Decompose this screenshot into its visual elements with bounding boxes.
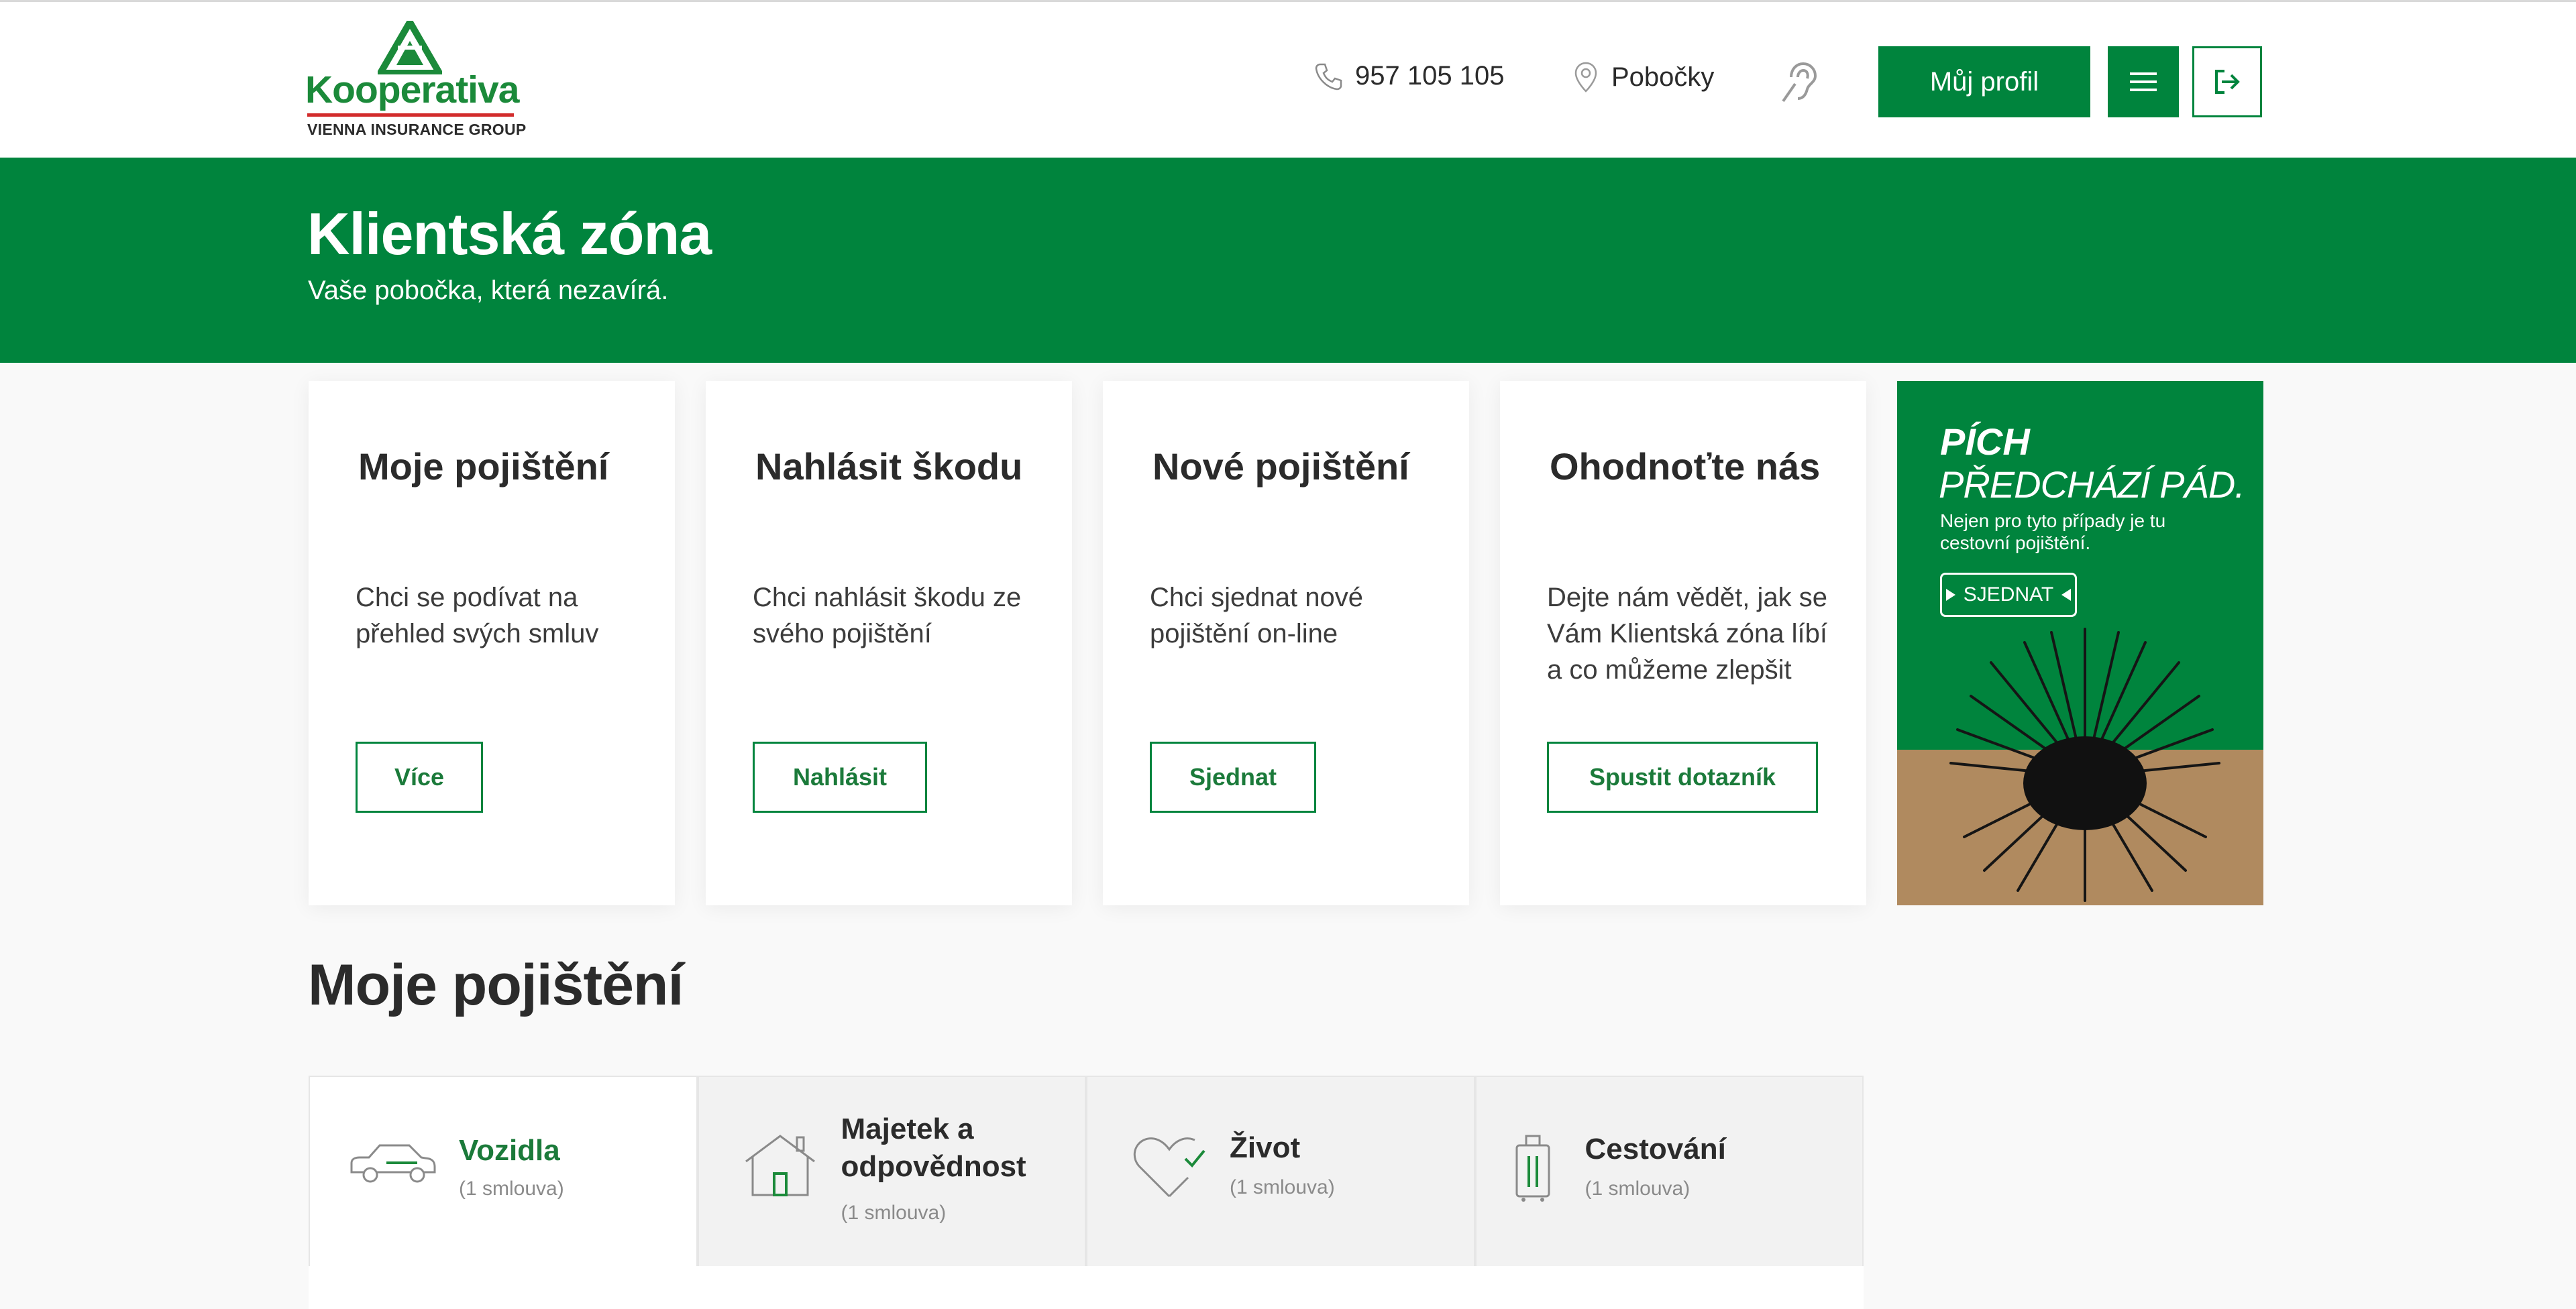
report-button[interactable]: Nahlásit [753, 742, 927, 813]
tab-count: (1 smlouva) [459, 1178, 564, 1200]
tab-content-panel [309, 1266, 1864, 1309]
card-new-insurance: Nové pojištění Chci sjednat nové pojiště… [1103, 381, 1469, 905]
menu-button[interactable] [2108, 46, 2179, 117]
card-title: Nahlásit škodu [755, 445, 1023, 488]
phone-icon [1315, 63, 1342, 90]
section-title: Moje pojištění [308, 953, 684, 1017]
my-profile-button[interactable]: Můj profil [1878, 46, 2090, 117]
logout-button[interactable] [2192, 46, 2262, 117]
tab-vehicles[interactable]: Vozidla (1 smlouva) [309, 1076, 698, 1267]
card-title: Ohodnoťte nás [1550, 445, 1821, 488]
promo-title-line2: PŘEDCHÁZÍ PÁD. [1939, 463, 2245, 506]
promo-title-line1: PÍCH [1940, 420, 2030, 463]
logo-red-bar [307, 113, 514, 117]
logo-wordmark: Kooperativa [305, 68, 519, 111]
play-right-icon [1945, 589, 1955, 601]
menu-icon [2130, 72, 2157, 91]
tab-label: Majetek a odpovědnost [841, 1113, 1026, 1183]
hero-title: Klientská zóna [307, 201, 712, 267]
phone-link[interactable]: 957 105 105 [1313, 61, 1504, 91]
card-title: Nové pojištění [1152, 445, 1409, 488]
tab-property[interactable]: Majetek a odpovědnost (1 smlouva) [697, 1076, 1086, 1267]
play-left-icon [2061, 589, 2072, 601]
card-report-claim: Nahlásit škodu Chci nahlásit škodu ze sv… [706, 381, 1072, 905]
card-text: Chci nahlásit škodu ze svého pojištění [753, 583, 1022, 648]
logo-mark-icon [378, 21, 442, 74]
more-button[interactable]: Více [356, 742, 483, 813]
card-text: Dejte nám vědět, jak se Vám Klientská zó… [1547, 583, 1827, 685]
card-text: Chci sjednat nové pojištění on-line [1150, 583, 1363, 648]
hero-subtitle: Vaše pobočka, která nezavírá. [308, 276, 669, 305]
tab-label: Cestování [1585, 1133, 1726, 1165]
hearing-icon[interactable] [1780, 60, 1819, 107]
luggage-icon [1515, 1135, 1550, 1202]
tab-travel[interactable]: Cestování (1 smlouva) [1474, 1076, 1864, 1267]
sea-urchin-icon [1949, 628, 2220, 902]
arrange-button[interactable]: Sjednat [1150, 742, 1316, 813]
kooperativa-logo[interactable]: Kooperativa VIENNA INSURANCE GROUP [305, 21, 526, 141]
tab-label: Život [1230, 1131, 1301, 1164]
tab-count: (1 smlouva) [841, 1202, 947, 1224]
card-title: Moje pojištění [358, 445, 609, 488]
promo-banner[interactable]: PÍCH PŘEDCHÁZÍ PÁD. Nejen pro tyto přípa… [1897, 381, 2263, 905]
tab-life[interactable]: Život (1 smlouva) [1086, 1076, 1475, 1267]
card-text: Chci se podívat na přehled svých smluv [356, 583, 599, 648]
promo-cta-button[interactable]: SJEDNAT [1940, 573, 2077, 617]
logo-subtitle: VIENNA INSURANCE GROUP [307, 121, 527, 138]
branches-label: Pobočky [1611, 62, 1715, 92]
house-icon [745, 1135, 815, 1196]
phone-number: 957 105 105 [1355, 61, 1505, 91]
hero-banner: Klientská zóna Vaše pobočka, která nezav… [0, 158, 2576, 363]
insurance-tabs: Vozidla (1 smlouva) Majetek a odpovědnos… [309, 1076, 1864, 1267]
logout-icon [2215, 70, 2240, 94]
card-rate-us: Ohodnoťte nás Dejte nám vědět, jak se Vá… [1500, 381, 1866, 905]
branches-link[interactable]: Pobočky [1574, 61, 1714, 93]
promo-text: Nejen pro tyto případy je tu cestovní po… [1940, 510, 2166, 553]
tab-count: (1 smlouva) [1230, 1176, 1335, 1198]
location-pin-icon [1574, 62, 1597, 93]
promo-cta-label: SJEDNAT [1963, 583, 2054, 606]
car-icon [350, 1144, 436, 1183]
tab-label: Vozidla [459, 1134, 560, 1167]
card-my-insurance: Moje pojištění Chci se podívat na přehle… [309, 381, 675, 905]
start-survey-button[interactable]: Spustit dotazník [1547, 742, 1818, 813]
tab-count: (1 smlouva) [1585, 1178, 1690, 1200]
site-header: Kooperativa VIENNA INSURANCE GROUP 957 1… [0, 2, 2576, 158]
heart-icon [1133, 1137, 1205, 1198]
